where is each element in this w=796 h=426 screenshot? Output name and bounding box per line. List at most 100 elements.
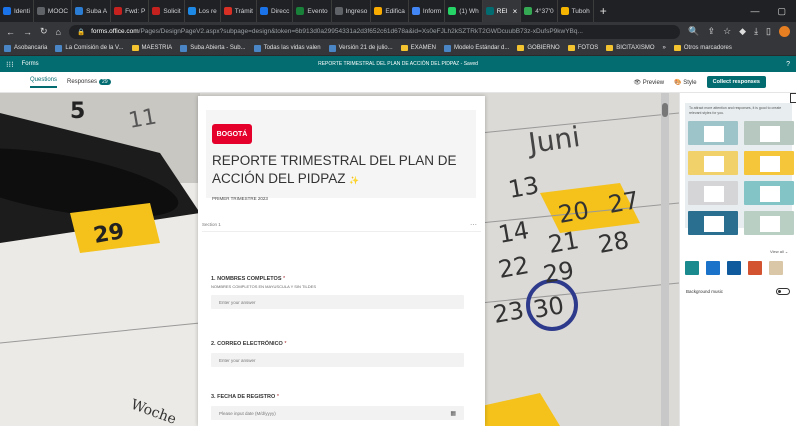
question-1-answer-field[interactable]: Enter your answer [211, 295, 464, 309]
color-swatch[interactable] [685, 261, 699, 275]
browser-tab[interactable]: Inform [409, 0, 446, 22]
back-icon[interactable]: ← [6, 27, 15, 37]
app-name: Forms [21, 61, 39, 67]
question-1[interactable]: 1. NOMBRES COMPLETOS * NOMBRES COMPLETOS… [211, 276, 464, 309]
theme-thumbnail[interactable] [688, 121, 738, 145]
bookmark-item[interactable]: Suba Abierta - Sub... [180, 44, 246, 52]
share-icon[interactable]: ⇪ [708, 26, 716, 37]
profile-avatar[interactable] [779, 26, 790, 37]
app-launcher-icon[interactable]: ⁝⁝⁝ [6, 60, 14, 69]
close-tab-icon[interactable]: × [513, 7, 518, 16]
browser-tab[interactable]: Trámit [221, 0, 257, 22]
preview-button[interactable]: 👁 Preview [633, 79, 664, 86]
color-swatch[interactable] [706, 261, 720, 275]
browser-tab[interactable]: Solicit [149, 0, 185, 22]
color-swatch[interactable] [748, 261, 762, 275]
canvas-scrollbar[interactable] [661, 93, 669, 426]
more-options-icon[interactable]: ⋯ [470, 221, 477, 229]
style-button[interactable]: 🎨 Style [674, 79, 696, 86]
theme-thumbnail[interactable] [744, 211, 794, 235]
form-header[interactable]: BOGOTÁ REPORTE TRIMESTRAL DEL PLAN DE AC… [206, 110, 476, 201]
tab-responses[interactable]: Responses 29 [67, 79, 111, 85]
browser-tab[interactable]: Identi [0, 0, 34, 22]
question-2-answer-field[interactable]: Enter your answer [211, 353, 464, 367]
bookmark-item[interactable]: EXAMEN [400, 45, 436, 51]
color-swatch[interactable] [769, 261, 783, 275]
reload-icon[interactable]: ↻ [40, 26, 48, 37]
star-icon[interactable]: ☆ [723, 26, 731, 37]
browser-tab[interactable]: MOOC [34, 0, 73, 22]
bookmark-item[interactable]: Asobancaria [4, 44, 47, 52]
color-swatch[interactable] [727, 261, 741, 275]
new-tab-button[interactable]: + [594, 4, 613, 18]
section-header[interactable]: Section 1 ⋯ [202, 218, 481, 232]
form-subtitle[interactable]: PRIMER TRIMESTRE 2023 [212, 196, 268, 201]
help-icon[interactable]: ? [786, 61, 790, 68]
tab-favicon-icon [75, 7, 84, 15]
minimize-icon[interactable]: — [750, 6, 759, 17]
browser-tab[interactable]: Tuboh [558, 0, 594, 22]
theme-thumbnail[interactable] [688, 151, 738, 175]
document-title-text[interactable]: REPORTE TRIMESTRAL DEL PLAN DE ACCIÓN DE… [318, 61, 459, 67]
url-host: forms.office.com [91, 28, 139, 35]
bookmark-label: La Comisión de la V... [65, 45, 124, 51]
home-icon[interactable]: ⌂ [56, 27, 61, 37]
theme-thumbnail[interactable] [744, 151, 794, 175]
bookmark-item[interactable]: MAESTRIA [131, 45, 172, 51]
theme-thumbnail[interactable] [688, 181, 738, 205]
bookmark-item[interactable]: La Comisión de la V... [55, 44, 124, 52]
theme-thumbnail[interactable] [744, 121, 794, 145]
bg-number-22: 22 [496, 251, 531, 284]
close-panel-icon[interactable] [790, 93, 796, 103]
restore-icon[interactable]: ▢ [777, 6, 786, 17]
site-icon [180, 44, 188, 52]
background-music-toggle[interactable] [776, 288, 790, 295]
browser-tab[interactable]: (1) Wh [445, 0, 483, 22]
download-icon[interactable]: ⤓ [754, 26, 758, 37]
bookmark-item[interactable]: Todas las vidas valen [253, 44, 321, 52]
form-title[interactable]: REPORTE TRIMESTRAL DEL PLAN DE ACCIÓN DE… [212, 152, 468, 190]
theme-thumbnail[interactable] [688, 211, 738, 235]
search-icon[interactable]: 🔍 [688, 26, 699, 37]
tab-label: Inform [422, 7, 442, 15]
tab-label: 4°37'0 [535, 7, 554, 15]
question-3-answer-field[interactable]: Please input date (M/d/yyyy) ▦ [211, 406, 464, 420]
calendar-icon[interactable]: ▦ [450, 410, 456, 417]
sidebar-icon[interactable]: ▯ [766, 26, 771, 37]
question-2-placeholder: Enter your answer [219, 357, 256, 363]
bookmark-item[interactable]: FOTOS [567, 45, 598, 51]
collect-responses-button[interactable]: Collect responses [706, 76, 766, 88]
bookmark-item[interactable]: » [663, 45, 666, 51]
tab-label: Tuboh [571, 7, 590, 15]
question-3[interactable]: 3. FECHA DE REGISTRO * Please input date… [211, 394, 464, 420]
bookmark-item[interactable]: Otros marcadores [673, 45, 732, 51]
browser-tab[interactable]: Suba A [72, 0, 112, 22]
question-1-placeholder: Enter your answer [219, 299, 256, 305]
bookmark-item[interactable]: Versión 21 de julio... [328, 44, 393, 52]
browser-tab[interactable]: Edifica [371, 0, 409, 22]
browser-tab[interactable]: 4°37'0 [521, 0, 558, 22]
browser-tab[interactable]: Evento [293, 0, 332, 22]
bookmark-item[interactable]: GOBIERNO [517, 45, 560, 51]
url-field[interactable]: 🔒 forms.office.com/Pages/DesignPageV2.as… [68, 24, 681, 39]
theme-thumbnail[interactable] [744, 181, 794, 205]
browser-tab[interactable]: Ingreso [332, 0, 372, 22]
background-music-label: Background music [686, 289, 724, 294]
tab-questions[interactable]: Questions [30, 77, 58, 88]
question-2[interactable]: 2. CORREO ELECTRÓNICO * Enter your answe… [211, 341, 464, 367]
tab-label: Fwd: P [125, 7, 146, 15]
bookmark-label: Todas las vidas valen [263, 45, 321, 51]
site-icon [328, 44, 336, 52]
browser-tab[interactable]: Direcc [257, 0, 294, 22]
browser-tab-strip: Identi MOOC Suba A Fwd: P Solicit Los re Trámi… [0, 0, 796, 22]
view-all-link[interactable]: View all ⌄ [770, 249, 788, 254]
bookmark-item[interactable]: BICITAXISMO [606, 45, 655, 51]
browser-tab[interactable]: Los re [185, 0, 221, 22]
scrollbar-thumb[interactable] [662, 103, 668, 117]
extension-icon[interactable]: ◆ [739, 26, 746, 37]
question-3-title-text: FECHA DE REGISTRO [217, 394, 276, 400]
browser-tab[interactable]: REI × [482, 0, 522, 22]
bookmark-item[interactable]: Modelo Estándar d... [444, 44, 509, 52]
forward-icon[interactable]: → [23, 27, 32, 37]
browser-tab[interactable]: Fwd: P [111, 0, 150, 22]
